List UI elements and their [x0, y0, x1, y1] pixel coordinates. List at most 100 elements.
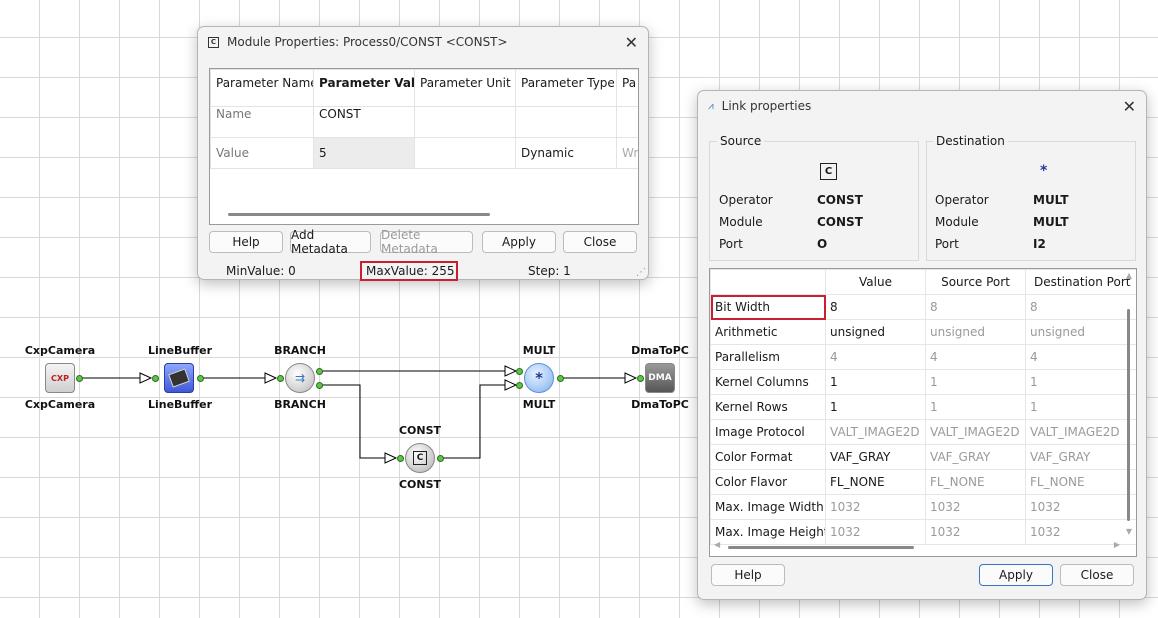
col-parameter-value[interactable]: Parameter Value	[313, 69, 415, 107]
cxp-out-port[interactable]	[76, 375, 83, 382]
destination-port-cell: 1	[1025, 369, 1136, 395]
cell	[414, 137, 516, 169]
link-dialog-close-icon[interactable]: ✕	[1123, 97, 1136, 116]
table-row[interactable]: Kernel Columns 1 1 1	[710, 369, 1136, 395]
cell: Dynamic	[515, 137, 617, 169]
property-value-cell[interactable]: 1	[825, 394, 926, 420]
resize-grip-icon[interactable]: ⋰	[636, 267, 646, 278]
property-value-cell[interactable]: 8	[825, 294, 926, 320]
property-name-cell: Color Flavor	[710, 469, 826, 495]
property-value-cell[interactable]: VAF_GRAY	[825, 444, 926, 470]
add-metadata-button[interactable]: Add Metadata	[290, 228, 371, 256]
const-out-port[interactable]	[437, 455, 444, 462]
apply-button[interactable]: Apply	[482, 231, 556, 253]
linebuffer-in-port[interactable]	[152, 375, 159, 382]
col-destination-port[interactable]: Destination Port	[1025, 269, 1136, 295]
module-properties-dialog: C Module Properties: Process0/CONST <CON…	[197, 26, 649, 281]
close-button[interactable]: Close	[563, 231, 637, 253]
module-dialog-close-icon[interactable]: ✕	[625, 33, 638, 52]
cell: Name	[210, 106, 314, 138]
col-parameter-type[interactable]: Parameter Type	[515, 69, 617, 107]
const-in-port[interactable]	[397, 455, 404, 462]
cell[interactable]: CONST	[313, 106, 415, 138]
branch-in-port[interactable]	[277, 375, 284, 382]
destination-port-value: I2	[1033, 237, 1046, 251]
linebuffer-node[interactable]	[164, 363, 194, 393]
mult-node[interactable]: *	[524, 363, 554, 393]
scroll-up-icon[interactable]: ▲	[1126, 271, 1132, 280]
table-row[interactable]: Kernel Rows 1 1 1	[710, 394, 1136, 420]
film-icon	[168, 368, 190, 388]
branch-node[interactable]: ⇉	[285, 363, 315, 393]
property-value-cell: 4	[825, 344, 926, 370]
mult-out-port[interactable]	[557, 375, 564, 382]
col-source-port[interactable]: Source Port	[925, 269, 1026, 295]
col-value[interactable]: Value	[825, 269, 926, 295]
mult-in-port-2[interactable]	[516, 382, 523, 389]
dma-node[interactable]: DMA	[645, 363, 675, 393]
help-button[interactable]: Help	[209, 231, 283, 253]
property-value-cell: 1032	[825, 519, 926, 545]
wire-branch-const	[320, 384, 385, 459]
link-close-button[interactable]: Close	[1060, 564, 1134, 586]
table-row[interactable]: Parallelism 4 4 4	[710, 344, 1136, 370]
property-value-cell[interactable]: 1	[825, 369, 926, 395]
table-row[interactable]: Color Flavor FL_NONE FL_NONE FL_NONE	[710, 469, 1136, 495]
module-parameter-table-container: Parameter Name Parameter Value Parameter…	[209, 68, 639, 225]
property-name-cell: Image Protocol	[710, 419, 826, 445]
mult-bottom-label: MULT	[522, 398, 556, 411]
col-parameter-unit[interactable]: Parameter Unit	[414, 69, 516, 107]
branch-out-port-2[interactable]	[316, 382, 323, 389]
table-row[interactable]: Max. Image Width 1032 1032 1032	[710, 494, 1136, 520]
scroll-right-icon[interactable]: ▶	[1114, 540, 1120, 549]
link-apply-button[interactable]: Apply	[979, 564, 1053, 586]
destination-port-cell: 1032	[1025, 519, 1136, 545]
destination-module-value: MULT	[1033, 215, 1069, 229]
dma-in-port[interactable]	[637, 375, 644, 382]
col-pa[interactable]: Pa	[616, 69, 638, 107]
link-help-button[interactable]: Help	[711, 564, 785, 586]
link-table-hscrollbar[interactable]	[728, 546, 914, 549]
source-group-title: Source	[717, 134, 765, 148]
module-table-hscrollbar[interactable]	[228, 213, 490, 216]
table-row[interactable]: Bit Width 8 8 8	[710, 294, 1136, 320]
table-row[interactable]: Arithmetic unsigned unsigned unsigned	[710, 319, 1136, 345]
destination-port-cell: VAF_GRAY	[1025, 444, 1136, 470]
delete-metadata-button[interactable]: Delete Metadata	[380, 228, 473, 256]
const-node[interactable]: C	[405, 443, 435, 473]
const-icon: C	[820, 163, 837, 180]
branch-out-port-1[interactable]	[316, 368, 323, 375]
cxp-top-label: CxpCamera	[24, 344, 96, 357]
mult-top-label: MULT	[522, 344, 556, 357]
destination-port-cell: VALT_IMAGE2D	[1025, 419, 1136, 445]
property-value-cell: 1032	[825, 494, 926, 520]
linebuffer-top-label: LineBuffer	[147, 344, 213, 357]
table-row[interactable]: Max. Image Height 1032 1032 1032	[710, 519, 1136, 545]
property-value-cell[interactable]: FL_NONE	[825, 469, 926, 495]
table-row[interactable]: Value 5 Dynamic Writ	[210, 137, 638, 169]
table-row[interactable]: Color Format VAF_GRAY VAF_GRAY VAF_GRAY	[710, 444, 1136, 470]
property-value-cell[interactable]: unsigned	[825, 319, 926, 345]
table-row[interactable]: Image Protocol VALT_IMAGE2D VALT_IMAGE2D VA…	[710, 419, 1136, 445]
source-port-cell: 4	[925, 344, 1026, 370]
col-parameter-name[interactable]: Parameter Name	[210, 69, 314, 107]
source-port-cell: VALT_IMAGE2D	[925, 419, 1026, 445]
scroll-left-icon[interactable]: ◀	[714, 540, 720, 549]
link-table-vscrollbar[interactable]	[1127, 309, 1130, 521]
source-port-label: Port	[719, 237, 743, 251]
cxp-bottom-label: CxpCamera	[24, 398, 96, 411]
scroll-down-icon[interactable]: ▼	[1126, 527, 1132, 536]
mult-in-port-1[interactable]	[516, 368, 523, 375]
step-status: Step: 1	[528, 264, 571, 278]
cxp-camera-node[interactable]: CXP	[45, 363, 75, 393]
asterisk-icon: *	[1040, 163, 1048, 179]
col-property[interactable]	[710, 269, 826, 295]
link-properties-table: Value Source Port Destination Port Bit W…	[710, 269, 1136, 545]
source-port-value: O	[817, 237, 828, 251]
const-small-icon: C	[208, 36, 219, 48]
linebuffer-out-port[interactable]	[197, 375, 204, 382]
const-bottom-label: CONST	[398, 478, 442, 491]
link-properties-table-container: Value Source Port Destination Port Bit W…	[709, 268, 1137, 557]
table-row[interactable]: Name CONST	[210, 106, 638, 138]
cell[interactable]: 5	[313, 137, 415, 169]
